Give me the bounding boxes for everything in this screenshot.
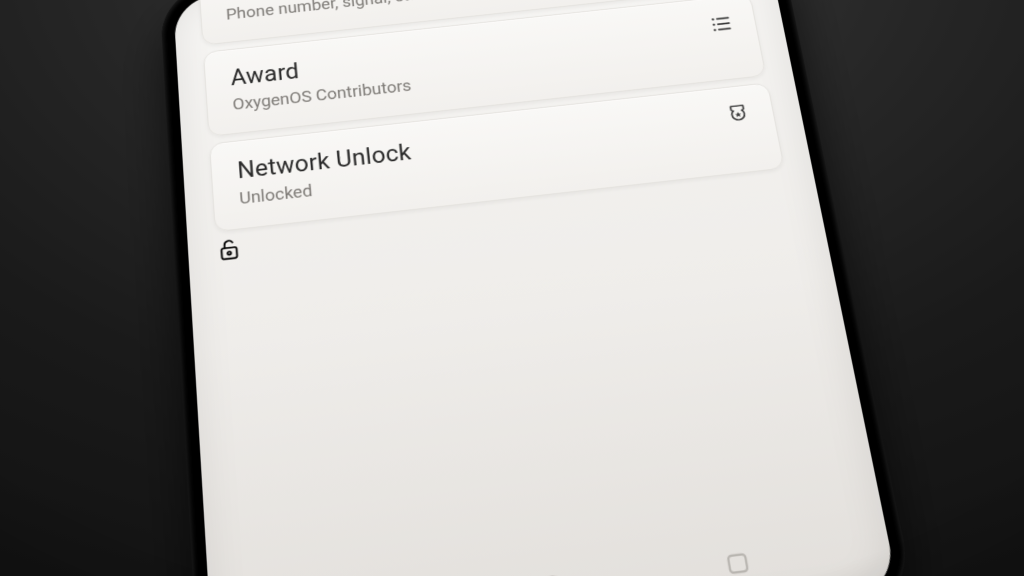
phone-screen: Status Phone number, signal, etc Award O… [173, 0, 899, 576]
nav-recent-button[interactable] [701, 529, 775, 576]
badge-icon [723, 101, 754, 128]
phone-frame: Status Phone number, signal, etc Award O… [159, 0, 917, 576]
phone-tilt-wrapper: Status Phone number, signal, etc Award O… [159, 0, 917, 576]
photo-scene: Status Phone number, signal, etc Award O… [0, 0, 1024, 576]
settings-list: Status Phone number, signal, etc Award O… [197, 0, 793, 276]
nav-home-button[interactable] [517, 551, 589, 576]
android-navbar [208, 499, 899, 576]
list-icon [706, 12, 736, 38]
